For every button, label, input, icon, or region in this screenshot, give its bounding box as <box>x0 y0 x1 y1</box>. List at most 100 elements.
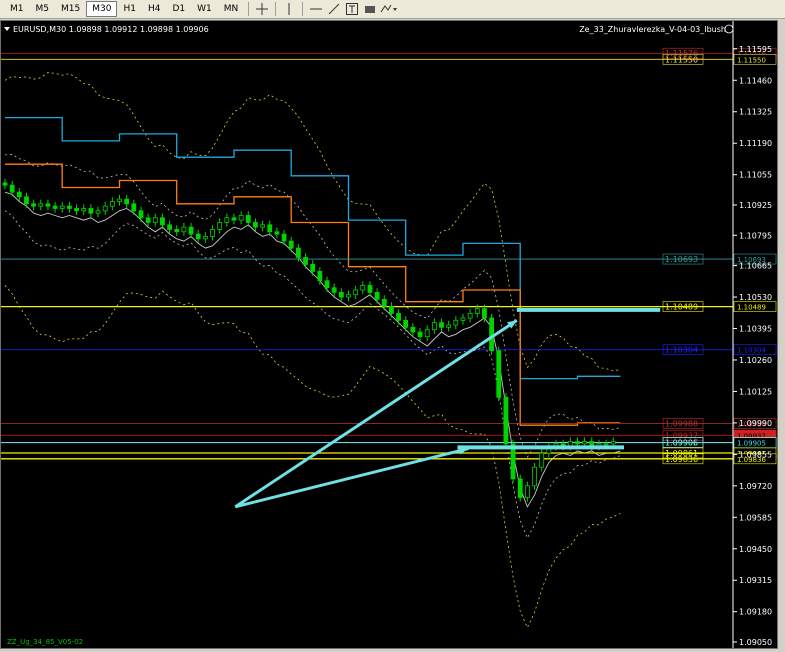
candle-body <box>267 224 273 233</box>
candle-body <box>575 441 580 445</box>
candle-body <box>496 350 502 398</box>
timeframe-m5[interactable]: M5 <box>30 1 56 17</box>
axis-price-tag-text: 1.10304 <box>737 347 766 355</box>
candle-body <box>367 284 373 293</box>
candle-body <box>503 396 509 445</box>
candle-body <box>467 312 473 319</box>
price-tick-label: 1.10260 <box>739 356 772 365</box>
price-tick-label: 1.11325 <box>739 108 772 117</box>
candle-body <box>59 205 65 209</box>
candle-body <box>181 226 187 233</box>
timeframe-d1[interactable]: D1 <box>166 1 191 17</box>
candle-body <box>145 217 151 223</box>
candle-body <box>45 203 51 207</box>
candle-body <box>439 322 444 328</box>
level-label: 1.10489 <box>665 303 698 312</box>
price-tick-label: 1.09990 <box>739 419 772 428</box>
toolbar-separator <box>275 2 277 16</box>
candle-body <box>281 233 287 242</box>
candle-body <box>346 294 351 298</box>
candle-body <box>88 208 94 214</box>
candle-body <box>81 208 87 212</box>
candle-body <box>31 203 37 207</box>
price-tick-label: 1.10530 <box>739 293 772 302</box>
text-label-icon[interactable] <box>343 2 361 17</box>
timeframe-mn[interactable]: MN <box>218 1 245 17</box>
candle-body <box>517 478 523 498</box>
candle-body <box>489 317 494 352</box>
candle-body <box>389 305 394 314</box>
candle-body <box>253 222 258 228</box>
chart-background <box>1 21 777 648</box>
candle-body <box>539 452 545 468</box>
candle-body <box>446 324 452 328</box>
level-label: 1.09905 <box>665 439 698 448</box>
timeframe-m15[interactable]: M15 <box>55 1 86 17</box>
timeframe-m30[interactable]: M30 <box>86 1 118 17</box>
candle-body <box>338 291 344 298</box>
price-tick-label: 1.09585 <box>739 513 772 522</box>
timeframe-h4[interactable]: H4 <box>142 1 167 17</box>
candle-body <box>331 287 337 293</box>
timeframe-h1[interactable]: H1 <box>117 1 142 17</box>
price-tick-label: 1.10925 <box>739 201 772 210</box>
candle-body <box>417 331 423 338</box>
candle-body <box>360 284 366 291</box>
candle-body <box>124 198 130 205</box>
timeframe-w1[interactable]: W1 <box>191 1 218 17</box>
level-label: 1.09836 <box>665 455 698 464</box>
timeframe-m1[interactable]: M1 <box>4 1 30 17</box>
price-chart[interactable]: 1.115761.115761.115501.115501.106931.106… <box>1 21 777 648</box>
axis-price-tag-text: 1.09905 <box>737 440 766 448</box>
candle-body <box>138 210 144 219</box>
level-label: 1.09988 <box>665 419 698 428</box>
horizontal-line-icon[interactable] <box>307 2 325 17</box>
trendline-icon[interactable] <box>325 2 343 17</box>
price-tick-label: 1.10125 <box>739 387 772 396</box>
shapes-menu-icon[interactable] <box>379 2 398 17</box>
candle-body <box>202 236 208 240</box>
candle-body <box>431 322 437 331</box>
candle-body <box>188 226 194 235</box>
vertical-line-icon[interactable] <box>280 2 298 17</box>
candle-body <box>582 441 588 445</box>
candle-body <box>210 229 215 237</box>
candle-body <box>353 289 359 296</box>
crosshair-icon[interactable] <box>253 2 271 17</box>
candle-body <box>260 224 266 228</box>
candle-body <box>74 208 79 212</box>
indicator-label: Ze_33_Zhuravlerezka_V-04-03_Ibush <box>579 25 726 34</box>
candle-body <box>2 182 8 186</box>
rectangle-icon[interactable] <box>361 2 379 17</box>
candle-body <box>24 196 29 205</box>
candle-body <box>195 233 201 240</box>
candle-body <box>152 217 158 223</box>
candle-body <box>532 466 537 487</box>
candle-body <box>52 205 58 209</box>
price-tick-label: 1.10795 <box>739 231 772 240</box>
chart-window[interactable]: 1.115761.115761.115501.115501.106931.106… <box>0 20 778 649</box>
price-tick-label: 1.11190 <box>739 139 772 148</box>
candle-body <box>9 184 15 193</box>
candle-body <box>381 298 387 307</box>
candle-body <box>288 240 294 249</box>
candle-body <box>231 217 237 221</box>
candle-body <box>174 229 180 233</box>
toolbar-separator <box>248 2 250 16</box>
candle-body <box>217 222 223 230</box>
candle-body <box>224 217 230 223</box>
candle-body <box>460 317 466 321</box>
candle-body <box>160 217 165 226</box>
candle-body <box>410 326 416 333</box>
zigzag-label: ZZ_Ug_34_85_V05-02 <box>7 638 83 646</box>
candle-body <box>67 205 72 209</box>
price-tick-label: 1.11460 <box>739 76 772 85</box>
candle-body <box>274 231 280 235</box>
candle-body <box>396 312 401 321</box>
candle-body <box>324 280 330 289</box>
axis-price-tag-text: 1.10489 <box>737 304 766 312</box>
candle-body <box>245 215 251 223</box>
candle-body <box>403 319 409 328</box>
candle-body <box>16 191 22 198</box>
level-label: 1.10304 <box>665 346 698 355</box>
